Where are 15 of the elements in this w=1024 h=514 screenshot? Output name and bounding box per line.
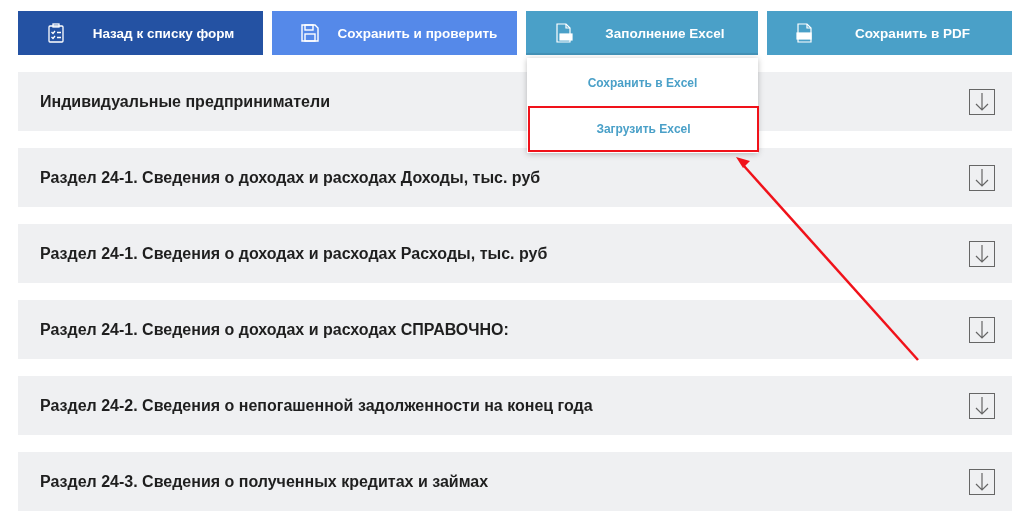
section-title: Раздел 24-2. Сведения о непогашенной задолженности на конец года bbox=[40, 396, 594, 415]
section-header[interactable]: Раздел 24-2. Сведения о непогашенной задолженности на конец года bbox=[18, 376, 1012, 435]
clipboard-icon bbox=[48, 23, 64, 43]
section-title: Индивидуальные предприниматели bbox=[40, 92, 331, 111]
section-title: Раздел 24-1. Сведения о доходах и расходах Расходы, тыс. руб bbox=[40, 244, 549, 263]
section-header[interactable]: Раздел 24-1. Сведения о доходах и расходах Расходы, тыс. руб bbox=[18, 224, 1012, 283]
spreadsheet-file-icon bbox=[555, 23, 573, 43]
section-title: Раздел 24-1. Сведения о доходах и расходах СПРАВОЧНО: bbox=[40, 320, 510, 339]
section-header[interactable]: Раздел 24-3. Сведения о полученных кредитах и займах bbox=[18, 452, 1012, 511]
toolbar-button[interactable]: Назад к списку форм bbox=[18, 11, 263, 55]
section-header[interactable]: Раздел 24-1. Сведения о доходах и расходах СПРАВОЧНО: bbox=[18, 300, 1012, 359]
section-title: Раздел 24-1. Сведения о доходах и расходах Доходы, тыс. руб bbox=[40, 168, 542, 187]
section-header[interactable]: Раздел 24-1. Сведения о доходах и расходах Доходы, тыс. руб bbox=[18, 148, 1012, 207]
pdf-file-icon bbox=[796, 23, 814, 43]
section-title: Раздел 24-3. Сведения о полученных кредитах и займах bbox=[40, 472, 490, 491]
